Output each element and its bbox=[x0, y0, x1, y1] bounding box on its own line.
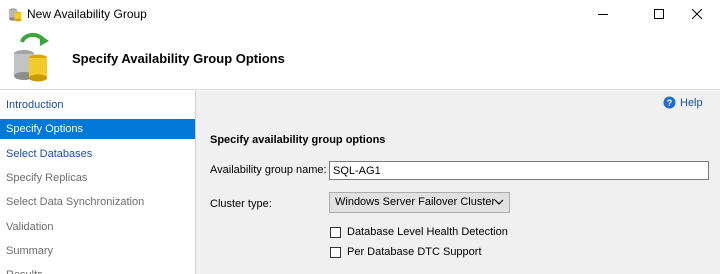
ag-name-label: Availability group name: bbox=[210, 164, 327, 176]
close-button[interactable] bbox=[674, 0, 720, 28]
database-sync-icon bbox=[14, 33, 49, 82]
chevron-down-icon bbox=[494, 199, 504, 205]
help-icon: ? bbox=[663, 96, 676, 109]
dtc-support-option[interactable]: Per Database DTC Support bbox=[330, 246, 482, 258]
nav-item-select-databases[interactable]: Select Databases bbox=[0, 144, 195, 164]
nav-item-select-data-synchronization: Select Data Synchronization bbox=[6, 196, 145, 208]
dtc-support-label: Per Database DTC Support bbox=[347, 246, 482, 258]
wizard-body: Introduction Specify Options Select Data… bbox=[0, 91, 720, 274]
cluster-type-label: Cluster type: bbox=[210, 198, 272, 210]
cluster-type-value: Windows Server Failover Cluster bbox=[335, 196, 496, 208]
options-panel: ? Help Specify availability group option… bbox=[197, 91, 720, 274]
cluster-type-select[interactable]: Windows Server Failover Cluster bbox=[329, 192, 510, 213]
help-label: Help bbox=[680, 96, 703, 109]
nav-item-specify-options[interactable]: Specify Options bbox=[0, 119, 195, 139]
section-title: Specify availability group options bbox=[210, 134, 386, 146]
window-title: New Availability Group bbox=[27, 7, 147, 21]
nav-item-results: Results bbox=[0, 265, 195, 274]
nav-item-validation: Validation bbox=[6, 221, 54, 233]
minimize-button[interactable] bbox=[580, 0, 626, 28]
svg-text:?: ? bbox=[667, 98, 673, 108]
wizard-nav: Introduction Specify Options Select Data… bbox=[0, 91, 196, 274]
nav-item-summary: Summary bbox=[6, 245, 54, 257]
nav-item-specify-replicas: Specify Replicas bbox=[6, 172, 88, 184]
health-detection-checkbox[interactable] bbox=[330, 226, 341, 238]
maximize-icon bbox=[654, 9, 664, 19]
availability-group-icon bbox=[9, 8, 22, 22]
close-icon bbox=[692, 9, 702, 19]
health-detection-label: Database Level Health Detection bbox=[347, 226, 508, 238]
dtc-support-checkbox[interactable] bbox=[330, 246, 341, 258]
health-detection-option[interactable]: Database Level Health Detection bbox=[330, 226, 508, 238]
wizard-header: Specify Availability Group Options bbox=[0, 28, 720, 90]
ag-name-input[interactable] bbox=[329, 161, 709, 180]
title-bar: New Availability Group bbox=[0, 0, 720, 28]
page-title: Specify Availability Group Options bbox=[72, 51, 285, 66]
nav-item-introduction[interactable]: Introduction bbox=[0, 95, 195, 115]
minimize-icon bbox=[598, 14, 608, 15]
help-link[interactable]: ? Help bbox=[663, 96, 703, 109]
